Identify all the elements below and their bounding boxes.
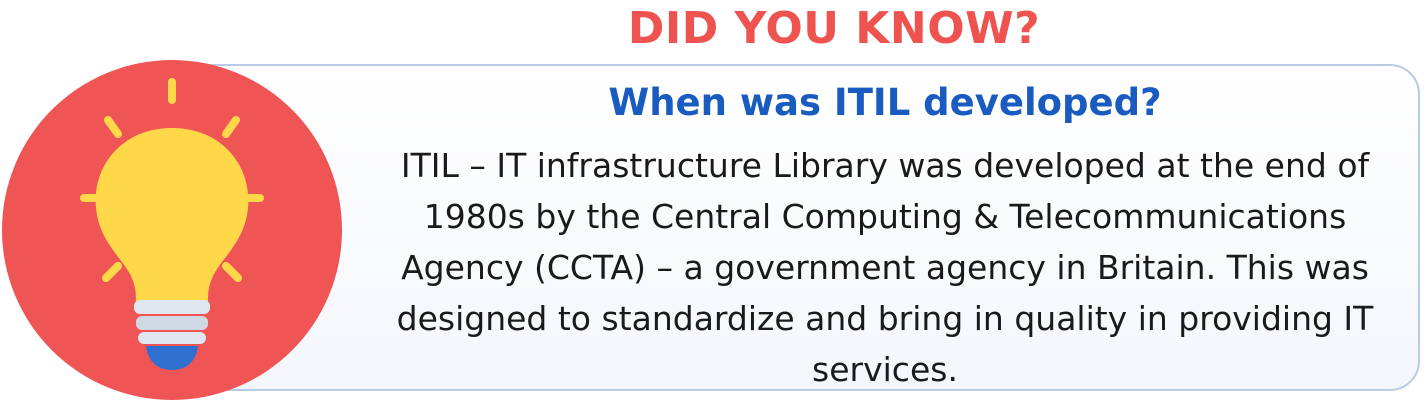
bulb-base-ring-1 (134, 300, 210, 314)
bulb-base-ring-3 (138, 332, 206, 344)
lightbulb-icon (2, 60, 342, 400)
answer-text: ITIL – IT infrastructure Library was dev… (396, 146, 1374, 389)
question-heading: When was ITIL developed? (608, 81, 1162, 124)
bulb-base-ring-2 (136, 316, 208, 330)
did-you-know-title: DID YOU KNOW? (627, 3, 1041, 54)
